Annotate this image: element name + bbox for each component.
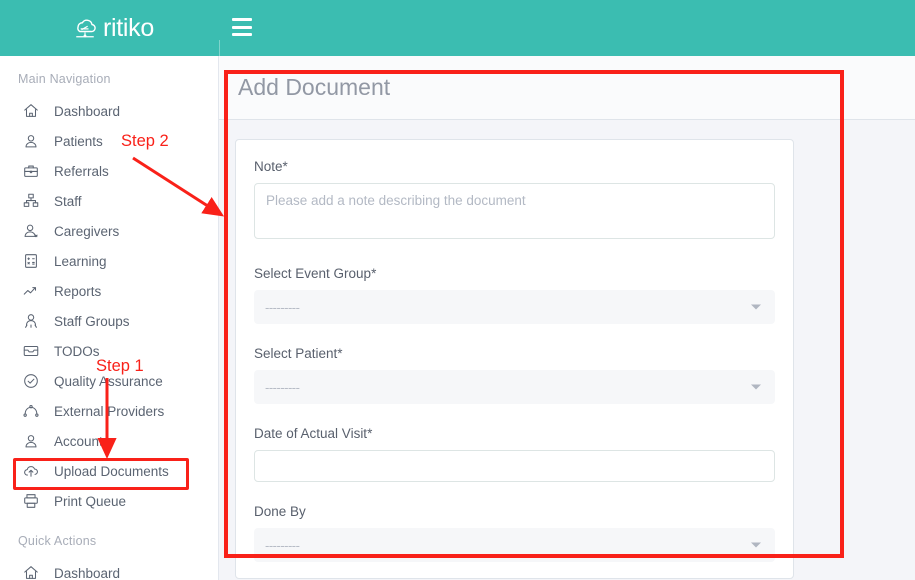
- network-icon: [22, 402, 54, 420]
- check-circle-icon: [22, 372, 54, 390]
- sidebar-item-patients[interactable]: Patients: [0, 126, 218, 156]
- event-group-label: Select Event Group*: [254, 266, 775, 281]
- patient-label: Select Patient*: [254, 346, 775, 361]
- cloud-logo-icon: [70, 14, 100, 42]
- printer-icon: [22, 492, 54, 510]
- app-root: ritiko Main Navigation Dashboard Patients…: [0, 0, 915, 580]
- home-icon: [22, 102, 54, 120]
- done-by-value: ---------: [265, 538, 299, 553]
- visit-date-input[interactable]: [254, 450, 775, 482]
- sidebar-item-dashboard[interactable]: Dashboard: [0, 96, 218, 126]
- sidebar-item-todos[interactable]: TODOs: [0, 336, 218, 366]
- users-group-icon: [22, 312, 54, 330]
- sidebar-item-label: Dashboard: [54, 104, 120, 119]
- sidebar-item-learning[interactable]: Learning: [0, 246, 218, 276]
- page-header: Add Document: [219, 56, 915, 120]
- sidebar-item-quality-assurance[interactable]: Quality Assurance: [0, 366, 218, 396]
- page-title: Add Document: [238, 74, 390, 101]
- sidebar-item-label: Reports: [54, 284, 101, 299]
- field-event-group: Select Event Group* ---------: [254, 266, 775, 324]
- header-divider: [219, 40, 220, 56]
- sidebar-main-heading: Main Navigation: [0, 56, 218, 96]
- field-visit-date: Date of Actual Visit*: [254, 426, 775, 482]
- sidebar-item-label: TODOs: [54, 344, 100, 359]
- account-user-icon: [22, 432, 54, 450]
- sidebar-item-reports[interactable]: Reports: [0, 276, 218, 306]
- sidebar-quick-heading: Quick Actions: [0, 516, 218, 558]
- hamburger-menu-icon[interactable]: [232, 18, 252, 36]
- visit-date-label: Date of Actual Visit*: [254, 426, 775, 441]
- brand-name: ritiko: [103, 14, 154, 43]
- chevron-down-icon: [751, 385, 761, 390]
- sidebar-item-account[interactable]: Account: [0, 426, 218, 456]
- chevron-down-icon: [751, 543, 761, 548]
- add-document-form-card: Note* Select Event Group* --------- Sele…: [235, 139, 794, 579]
- sidebar-item-label: Staff: [54, 194, 82, 209]
- done-by-select[interactable]: ---------: [254, 528, 775, 562]
- sidebar-item-staff[interactable]: Staff: [0, 186, 218, 216]
- sidebar-item-label: Dashboard: [54, 566, 120, 580]
- main-content: Add Document Note* Select Event Group* -…: [219, 56, 915, 580]
- sidebar-item-caregivers[interactable]: Caregivers: [0, 216, 218, 246]
- sidebar-item-print-queue[interactable]: Print Queue: [0, 486, 218, 516]
- brand-logo[interactable]: ritiko: [70, 0, 154, 56]
- calculator-icon: [22, 252, 54, 270]
- sidebar-item-dashboard[interactable]: Dashboard: [0, 558, 218, 580]
- sidebar-item-label: Referrals: [54, 164, 109, 179]
- sidebar-item-label: External Providers: [54, 404, 164, 419]
- sidebar-item-staff-groups[interactable]: Staff Groups: [0, 306, 218, 336]
- sidebar-item-label: Patients: [54, 134, 103, 149]
- sidebar-quick-list: Dashboard: [0, 558, 218, 580]
- sidebar-item-label: Learning: [54, 254, 107, 269]
- sidebar-item-external-providers[interactable]: External Providers: [0, 396, 218, 426]
- chevron-down-icon: [751, 305, 761, 310]
- home-icon: [22, 564, 54, 580]
- sidebar-item-label: Print Queue: [54, 494, 126, 509]
- sidebar-nav-list: Dashboard Patients Referrals Staff Caregiver…: [0, 96, 218, 516]
- sitemap-icon: [22, 192, 54, 210]
- sidebar-item-label: Quality Assurance: [54, 374, 163, 389]
- note-input[interactable]: [254, 183, 775, 239]
- line-chart-icon: [22, 282, 54, 300]
- sidebar-item-label: Staff Groups: [54, 314, 130, 329]
- user-plus-icon: [22, 222, 54, 240]
- top-header: ritiko: [0, 0, 915, 56]
- field-done-by: Done By ---------: [254, 504, 775, 562]
- note-label: Note*: [254, 159, 775, 174]
- sidebar-item-upload-documents[interactable]: Upload Documents: [0, 456, 218, 486]
- field-note: Note*: [254, 159, 775, 244]
- inbox-icon: [22, 342, 54, 360]
- briefcase-icon: [22, 162, 54, 180]
- user-icon: [22, 132, 54, 150]
- patient-value: ---------: [265, 380, 299, 395]
- sidebar-item-label: Caregivers: [54, 224, 119, 239]
- event-group-value: ---------: [265, 300, 299, 315]
- event-group-select[interactable]: ---------: [254, 290, 775, 324]
- sidebar-item-label: Account: [54, 434, 103, 449]
- done-by-label: Done By: [254, 504, 775, 519]
- sidebar-item-referrals[interactable]: Referrals: [0, 156, 218, 186]
- sidebar-item-label: Upload Documents: [54, 464, 169, 479]
- field-patient: Select Patient* ---------: [254, 346, 775, 404]
- sidebar: Main Navigation Dashboard Patients Referra…: [0, 56, 219, 580]
- patient-select[interactable]: ---------: [254, 370, 775, 404]
- cloud-upload-icon: [22, 462, 54, 480]
